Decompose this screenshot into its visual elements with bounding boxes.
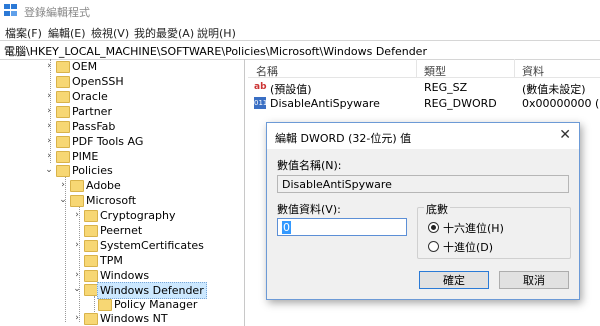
folder-icon [56, 136, 70, 148]
radio-unselected-icon [428, 241, 439, 252]
folder-icon [56, 165, 70, 177]
expand-icon[interactable]: › [44, 120, 54, 132]
tree-item-label: SystemCertificates [100, 239, 204, 252]
close-icon[interactable]: ✕ [559, 127, 571, 143]
value-type: REG_SZ [424, 81, 468, 94]
folder-icon [56, 151, 70, 163]
value-type: REG_DWORD [424, 97, 497, 110]
ok-button[interactable]: 確定 [419, 271, 489, 289]
title-bar: 登錄編輯程式 [0, 0, 600, 22]
value-data: 0x00000000 (0) [522, 97, 600, 110]
address-path[interactable]: 電腦\HKEY_LOCAL_MACHINE\SOFTWARE\Policies\… [4, 43, 427, 59]
tree-item-label: Peernet [100, 224, 143, 237]
folder-icon [56, 91, 70, 103]
folder-open-icon [84, 284, 98, 296]
tree-item-label: Partner [72, 105, 112, 118]
tree-item-label: OpenSSH [72, 75, 124, 88]
radio-hexadecimal[interactable]: 十六進位(H) [428, 220, 504, 236]
tree-item-label: PassFab [72, 120, 116, 133]
list-header: 名稱 類型 資料 [248, 59, 600, 78]
expand-icon[interactable]: › [44, 135, 54, 147]
expand-icon[interactable] [86, 298, 96, 310]
folder-icon [84, 255, 98, 267]
radio-decimal[interactable]: 十進位(D) [428, 239, 493, 255]
list-row[interactable]: ab (預設值) REG_SZ (數值未設定) [248, 80, 600, 96]
column-header-data[interactable]: 資料 [522, 63, 544, 79]
menu-help[interactable]: 說明(H) [197, 25, 236, 41]
expand-icon[interactable]: › [72, 269, 82, 281]
expand-icon[interactable]: › [72, 209, 82, 221]
value-data: (數值未設定) [522, 83, 586, 96]
collapse-icon[interactable]: ⌄ [72, 283, 82, 295]
menu-view[interactable]: 檢視(V) [91, 25, 129, 41]
tree-item-label: Windows NT [100, 312, 168, 325]
value-data-text: 0 [282, 221, 291, 234]
tree-item-label: Windows [100, 269, 150, 282]
tree-item-label: Cryptography [100, 209, 176, 222]
column-header-type[interactable]: 類型 [424, 63, 446, 79]
expand-icon[interactable]: › [44, 60, 54, 72]
value-data-input[interactable]: 0 [277, 218, 407, 236]
collapse-icon[interactable]: ⌄ [44, 164, 54, 176]
cancel-button[interactable]: 取消 [499, 271, 569, 289]
menu-bar: 檔案(F) 編輯(E) 檢視(V) 我的最愛(A) 說明(H) [0, 25, 600, 41]
edit-dword-dialog: 編輯 DWORD (32-位元) 值 ✕ 數值名稱(N): DisableAnt… [266, 122, 580, 300]
value-name-label: 數值名稱(N): [277, 159, 342, 172]
value-name-field: DisableAntiSpyware [277, 175, 569, 193]
folder-icon [70, 180, 84, 192]
base-groupbox: 底數 十六進位(H) 十進位(D) [417, 201, 571, 259]
dword-value-icon: 011 [254, 97, 268, 109]
tree-item-label: PDF Tools AG [72, 135, 144, 148]
value-name: (預設值) [270, 83, 312, 96]
base-label: 底數 [424, 201, 450, 217]
folder-icon [56, 61, 70, 73]
folder-icon [56, 76, 70, 88]
value-data-label: 數值資料(V): [277, 203, 341, 216]
tree-item-label: Adobe [86, 179, 121, 192]
menu-edit[interactable]: 編輯(E) [48, 25, 86, 41]
expand-icon[interactable] [72, 224, 82, 236]
folder-icon [56, 121, 70, 133]
tree-item-label: Policy Manager [114, 298, 198, 311]
dialog-title: 編輯 DWORD (32-位元) 值 [275, 132, 412, 145]
radio-hex-label: 十六進位(H) [443, 222, 504, 235]
registry-tree: › OEM OpenSSH › Oracle › Partner › PassFab ›… [0, 59, 245, 326]
tree-item-label: Microsoft [86, 194, 137, 207]
value-name-text: DisableAntiSpyware [282, 178, 392, 191]
folder-icon [84, 270, 98, 282]
expand-icon[interactable]: › [72, 312, 82, 324]
collapse-icon[interactable]: ⌄ [58, 194, 68, 206]
column-header-name[interactable]: 名稱 [256, 63, 278, 79]
tree-item-label: Oracle [72, 90, 108, 103]
dialog-body: 數值名稱(N): DisableAntiSpyware 數值資料(V): 0 底… [267, 149, 579, 299]
expand-icon[interactable] [44, 75, 54, 87]
radio-dec-label: 十進位(D) [443, 241, 494, 254]
radio-selected-icon [428, 222, 439, 233]
window-title: 登錄編輯程式 [24, 6, 90, 19]
tree-item-label: OEM [72, 60, 98, 73]
value-name: DisableAntiSpyware [270, 97, 380, 110]
expand-icon[interactable]: › [72, 239, 82, 251]
folder-icon [70, 195, 84, 207]
address-bar[interactable]: 電腦\HKEY_LOCAL_MACHINE\SOFTWARE\Policies\… [0, 40, 600, 60]
menu-file[interactable]: 檔案(F) [5, 25, 42, 41]
expand-icon[interactable]: › [44, 90, 54, 102]
folder-icon [98, 299, 112, 311]
tree-item-label: Policies [72, 164, 113, 177]
regedit-icon [4, 4, 18, 17]
menu-favorites[interactable]: 我的最愛(A) [134, 25, 194, 41]
folder-icon [84, 313, 98, 325]
folder-icon [84, 240, 98, 252]
list-row[interactable]: 011 DisableAntiSpyware REG_DWORD 0x00000… [248, 96, 600, 112]
expand-icon[interactable]: › [44, 105, 54, 117]
string-value-icon: ab [254, 82, 267, 92]
folder-icon [84, 225, 98, 237]
expand-icon[interactable]: › [58, 179, 68, 191]
expand-icon[interactable] [72, 254, 82, 266]
tree-item-label: PIME [72, 150, 99, 163]
folder-icon [84, 210, 98, 222]
tree-item-label: TPM [100, 254, 123, 267]
folder-icon [56, 106, 70, 118]
expand-icon[interactable]: › [44, 150, 54, 162]
